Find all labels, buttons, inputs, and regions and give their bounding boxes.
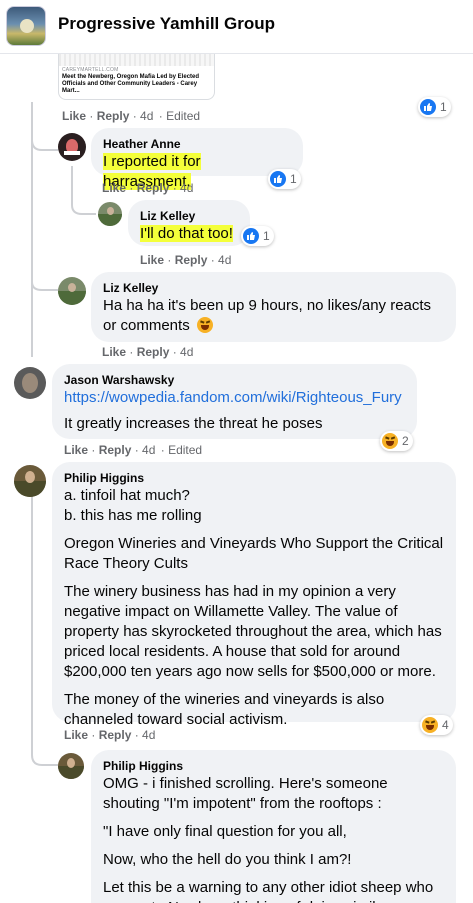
comment-actions: Like · Reply · 4d bbox=[140, 253, 232, 267]
like-link[interactable]: Like bbox=[140, 253, 164, 267]
reaction-count[interactable]: 4 bbox=[420, 715, 453, 735]
like-link[interactable]: Like bbox=[64, 728, 88, 742]
haha-reaction-icon bbox=[382, 433, 398, 449]
link-preview-title: Meet the Newberg, Oregon Mafia Led by El… bbox=[62, 74, 200, 94]
comment-actions: Like · Reply · 4d · Edited bbox=[62, 109, 201, 123]
comment-link[interactable]: https://wowpedia.fandom.com/wiki/Righteo… bbox=[64, 388, 405, 408]
comment-author[interactable]: Philip Higgins bbox=[64, 470, 444, 486]
comment-actions: Like · Reply · 4d · Edited bbox=[64, 443, 203, 457]
timestamp[interactable]: 4d bbox=[142, 728, 155, 742]
timestamp[interactable]: 4d bbox=[140, 109, 153, 123]
comment-text: b. this has me rolling bbox=[64, 507, 202, 524]
comment-text: It greatly increases the threat he poses bbox=[64, 415, 323, 432]
reaction-count[interactable]: 1 bbox=[268, 169, 301, 189]
comment-actions: Like · Reply · 4d bbox=[102, 345, 194, 359]
avatar[interactable] bbox=[98, 202, 122, 226]
reply-link[interactable]: Reply bbox=[99, 443, 132, 457]
laughing-emoji-icon bbox=[196, 317, 213, 333]
avatar[interactable] bbox=[58, 753, 84, 779]
comment-author[interactable]: Jason Warshawsky bbox=[64, 372, 405, 388]
haha-reaction-icon bbox=[422, 717, 438, 733]
avatar[interactable] bbox=[58, 133, 86, 161]
avatar[interactable] bbox=[58, 277, 86, 305]
comment-bubble: Heather Anne I reported it for harrassme… bbox=[91, 128, 303, 190]
link-preview-domain: CAREYMARTELL.COM bbox=[62, 67, 119, 73]
like-reaction-icon bbox=[420, 99, 436, 115]
comment-author[interactable]: Liz Kelley bbox=[103, 280, 444, 296]
like-link[interactable]: Like bbox=[102, 181, 126, 195]
edited-label: Edited bbox=[166, 109, 201, 123]
comment-bubble: Philip Higgins a. tinfoil hat much? b. t… bbox=[52, 462, 456, 728]
like-link[interactable]: Like bbox=[62, 109, 86, 123]
reaction-count[interactable]: 1 bbox=[418, 97, 451, 117]
avatar[interactable] bbox=[14, 367, 46, 399]
reply-link[interactable]: Reply bbox=[97, 109, 130, 123]
comment-bubble: Liz Kelley I'll do that too! bbox=[128, 200, 250, 246]
reply-link[interactable]: Reply bbox=[175, 253, 208, 267]
comment-bubble: Jason Warshawsky https://wowpedia.fandom… bbox=[52, 364, 417, 439]
comment-text: OMG - i finished scrolling. Here's someo… bbox=[103, 775, 388, 812]
comment-text: Let this be a warning to any other idiot… bbox=[103, 879, 434, 903]
comment-actions: Like · Reply · 4d bbox=[102, 181, 194, 195]
comment-text: a. tinfoil hat much? bbox=[64, 487, 190, 504]
comment-text: The winery business has had in my opinio… bbox=[64, 583, 442, 680]
link-preview-card[interactable]: CAREYMARTELL.COM Meet the Newberg, Orego… bbox=[58, 54, 215, 100]
comment-text: Ha ha ha it's been up 9 hours, no likes/… bbox=[103, 297, 432, 334]
comment-bubble: Liz Kelley Ha ha ha it's been up 9 hours… bbox=[91, 272, 456, 342]
reaction-count[interactable]: 1 bbox=[241, 226, 274, 246]
reply-link[interactable]: Reply bbox=[137, 345, 170, 359]
comment-author[interactable]: Heather Anne bbox=[103, 136, 291, 152]
comment-author[interactable]: Philip Higgins bbox=[103, 758, 444, 774]
timestamp[interactable]: 4d bbox=[218, 253, 231, 267]
comment-text: The money of the wineries and vineyards … bbox=[64, 691, 385, 728]
comment-text: Oregon Wineries and Vineyards Who Suppor… bbox=[64, 535, 444, 572]
timestamp[interactable]: 4d bbox=[180, 181, 193, 195]
like-reaction-icon bbox=[243, 228, 259, 244]
comment-author[interactable]: Liz Kelley bbox=[140, 208, 238, 224]
reply-link[interactable]: Reply bbox=[99, 728, 132, 742]
comment-text: I'll do that too! bbox=[140, 225, 233, 242]
timestamp[interactable]: 4d bbox=[142, 443, 155, 457]
edited-label: Edited bbox=[168, 443, 203, 457]
comment-text: Now, who the hell do you think I am?! bbox=[103, 851, 352, 868]
comment-actions: Like · Reply · 4d bbox=[64, 728, 156, 742]
reaction-count[interactable]: 2 bbox=[380, 431, 413, 451]
comment-text: "I have only final question for you all, bbox=[103, 823, 347, 840]
avatar[interactable] bbox=[14, 465, 46, 497]
like-reaction-icon bbox=[270, 171, 286, 187]
like-link[interactable]: Like bbox=[102, 345, 126, 359]
comment-bubble: Philip Higgins OMG - i finished scrollin… bbox=[91, 750, 456, 903]
like-link[interactable]: Like bbox=[64, 443, 88, 457]
timestamp[interactable]: 4d bbox=[180, 345, 193, 359]
reply-link[interactable]: Reply bbox=[137, 181, 170, 195]
